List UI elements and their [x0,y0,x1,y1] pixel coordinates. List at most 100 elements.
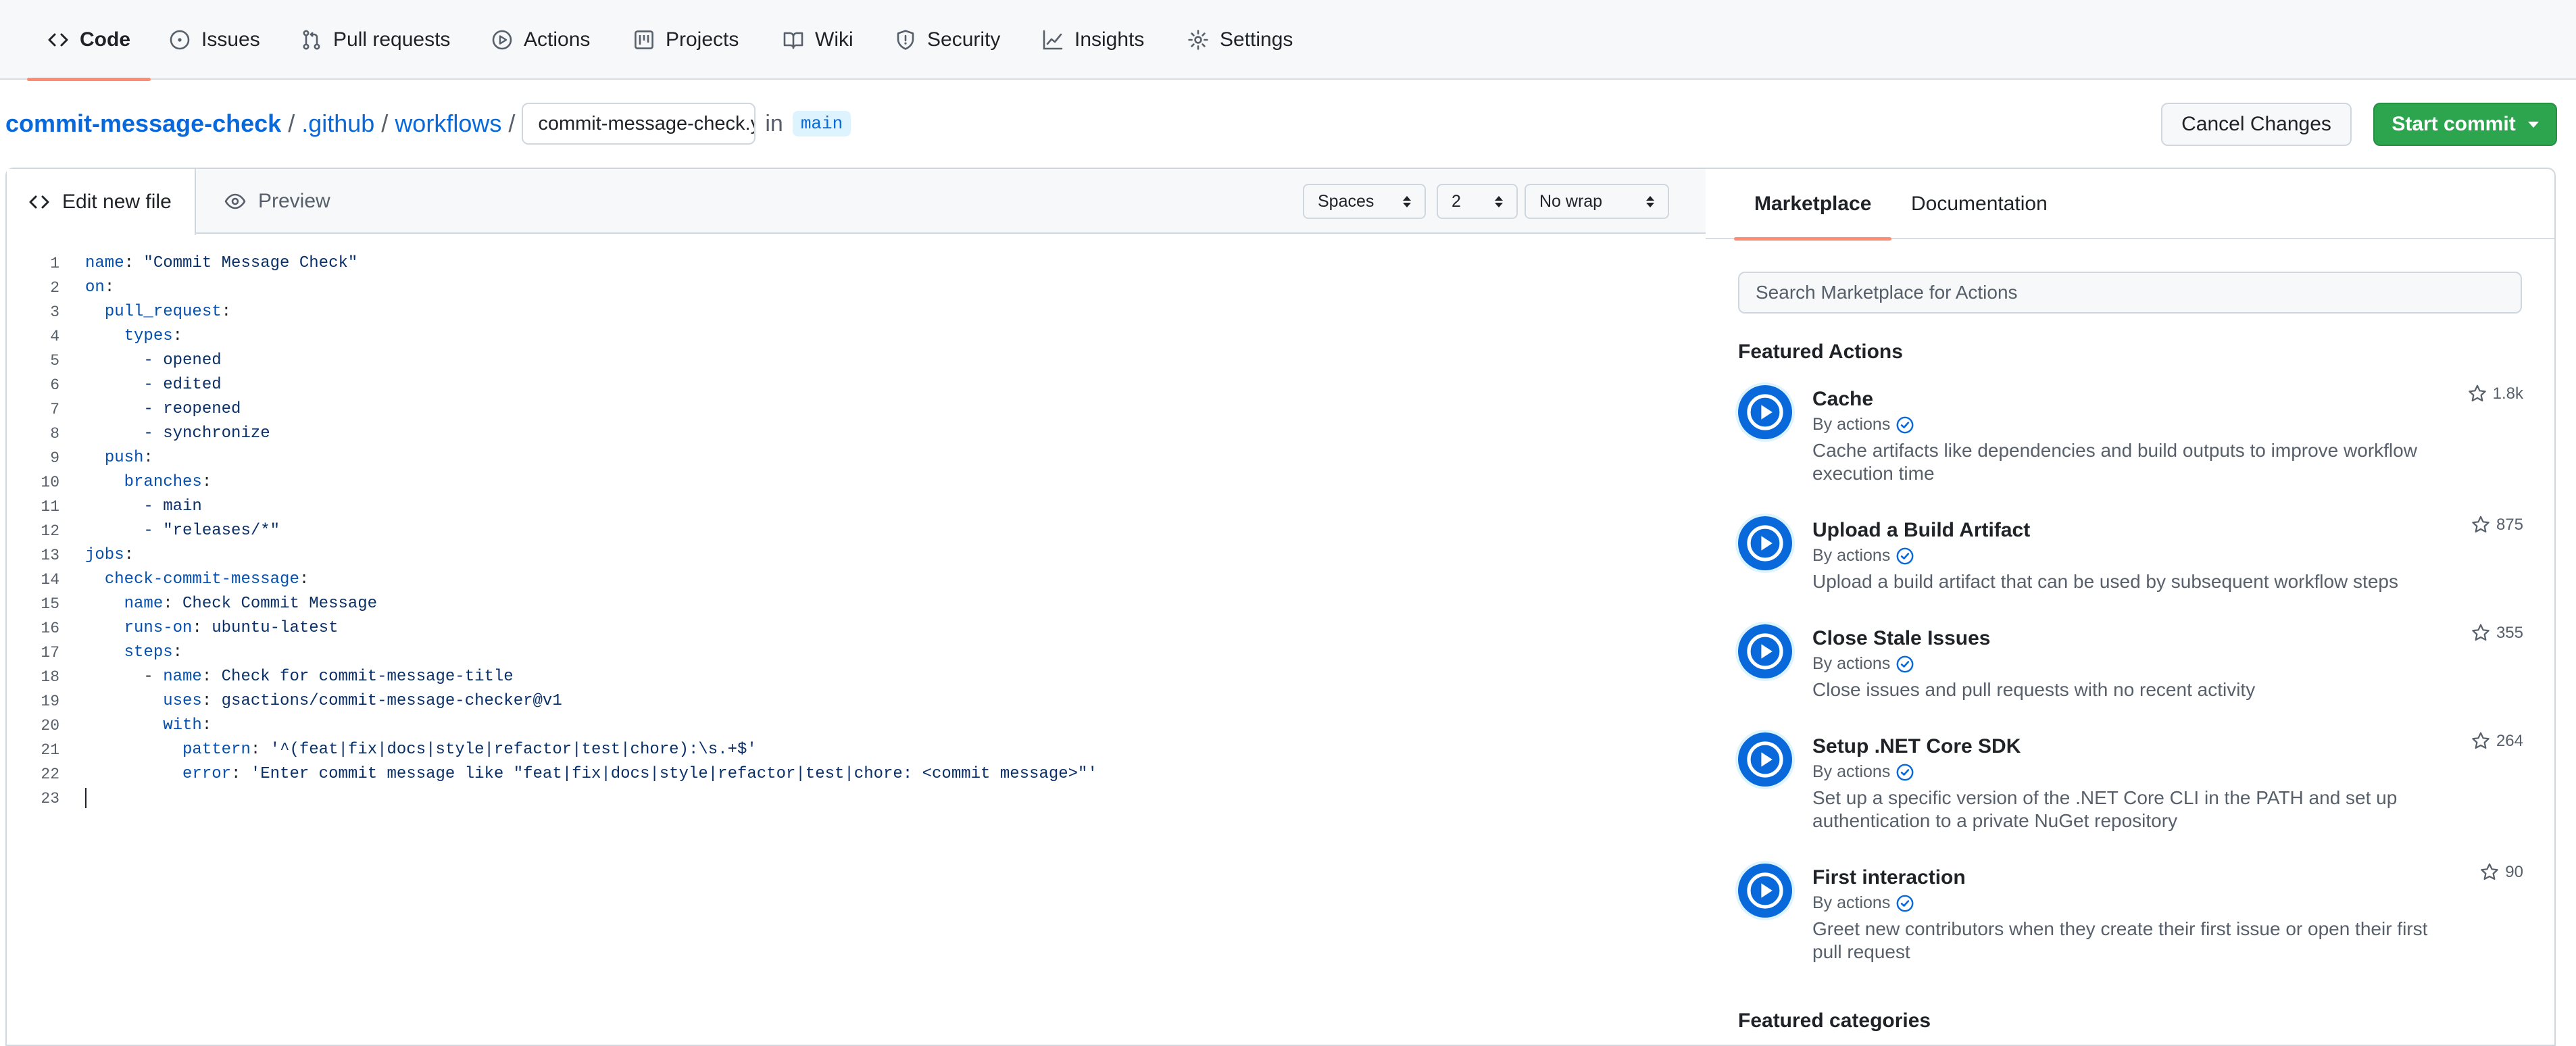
action-author: By actions [1812,546,1914,566]
tab-pull-requests[interactable]: Pull requests [280,0,470,80]
tab-label: Documentation [1911,193,2048,215]
yaml-separator: : [163,595,183,613]
tab-settings[interactable]: Settings [1167,0,1313,80]
code-line: 19 uses: gsactions/commit-message-checke… [7,689,1706,714]
button-label: Start commit [2392,113,2516,135]
line-text: - "releases/*" [85,519,280,543]
tab-marketplace[interactable]: Marketplace [1734,169,1892,241]
tab-edit-file[interactable]: Edit new file [7,169,196,235]
repo-link[interactable]: commit-message-check [5,109,281,138]
line-number: 7 [50,401,59,418]
yaml-value: gsactions/commit-message-checker@v1 [221,692,562,710]
select-arrows-icon [1403,195,1411,207]
tab-insights[interactable]: Insights [1022,0,1164,80]
path-separator: / [508,109,516,137]
line-text: uses: gsactions/commit-message-checker@v… [85,689,562,714]
author-label: By actions [1812,762,1891,781]
line-text: runs-on: ubuntu-latest [85,616,339,641]
code-line: 11 - main [7,495,1706,519]
tab-label: Insights [1074,28,1145,51]
line-text: - name: Check for commit-message-title [85,665,513,689]
yaml-key: name [163,668,202,686]
star-count: 1.8k [2492,384,2523,403]
action-title[interactable]: Cache [1812,388,1873,411]
tab-label: Actions [524,28,591,51]
action-stars: 355 [2471,623,2523,643]
yaml-value: Check Commit Message [182,595,378,613]
action-author: By actions [1812,893,1914,913]
indent-size-select[interactable]: 2 [1437,184,1518,219]
code-line: 9 push: [7,446,1706,470]
action-title[interactable]: Close Stale Issues [1812,627,1990,650]
action-title[interactable]: Setup .NET Core SDK [1812,735,2021,758]
yaml-value: ubuntu-latest [212,619,339,637]
line-text: check-commit-message: [85,568,309,592]
tab-security[interactable]: Security [874,0,1020,80]
tab-documentation[interactable]: Documentation [1891,169,2068,239]
line-number: 10 [41,474,59,491]
yaml-key: name [124,595,164,613]
tab-label: Issues [201,28,260,51]
tab-label: Projects [666,28,739,51]
line-text: steps: [85,641,182,665]
wrap-mode-select[interactable]: No wrap [1525,184,1669,219]
yaml-key: steps [124,643,173,662]
line-text: jobs: [85,543,134,568]
yaml-separator: : [231,765,251,783]
code-line: 14 check-commit-message: [7,568,1706,592]
action-stars: 1.8k [2467,384,2523,404]
filename-input[interactable]: commit-message-check.yml [522,103,756,145]
code-line: 20 with: [7,714,1706,738]
tab-label: Settings [1220,28,1293,51]
star-count: 875 [2496,516,2523,534]
tab-code[interactable]: Code [27,0,151,81]
line-number: 15 [41,595,59,613]
code-line: 8 - synchronize [7,422,1706,446]
action-title[interactable]: Upload a Build Artifact [1812,519,2030,542]
yaml-value: 'Enter commit message like "feat|fix|doc… [250,765,1097,783]
star-count: 355 [2496,624,2523,642]
tab-projects[interactable]: Projects [613,0,759,80]
star-icon [2471,623,2491,643]
action-author: By actions [1812,415,1914,434]
line-number: 4 [50,328,59,345]
tab-actions[interactable]: Actions [471,0,610,80]
yaml-key: check-commit-message [104,570,299,589]
code-area[interactable]: 1 name: "Commit Message Check" 2 on: 3 pull_… [7,251,1706,811]
verified-icon [1896,894,1914,913]
yaml-key: jobs [85,546,124,564]
line-number: 18 [41,668,59,686]
action-stars: 90 [2479,862,2523,882]
editor-toolbar: Edit new file Preview Spaces 2 No wrap [7,169,1706,235]
star-icon [2471,515,2491,535]
yaml-separator: : [172,643,183,662]
start-commit-button[interactable]: Start commit [2373,103,2557,146]
marketplace-search-input[interactable] [1738,272,2522,314]
line-text: - reopened [85,397,241,422]
action-title[interactable]: First interaction [1812,866,1966,889]
tab-wiki[interactable]: Wiki [762,0,874,80]
line-text: name: Check Commit Message [85,592,377,616]
line-text: pull_request: [85,300,231,324]
button-label: Cancel Changes [2181,113,2331,135]
workflows-dir-link[interactable]: workflows [395,109,501,138]
cancel-changes-button[interactable]: Cancel Changes [2161,103,2352,146]
github-dir-link[interactable]: .github [301,109,374,138]
code-line: 4 types: [7,324,1706,349]
indent-mode-select[interactable]: Spaces [1303,184,1426,219]
line-number: 8 [50,425,59,443]
tab-preview[interactable]: Preview [203,169,352,234]
tab-issues[interactable]: Issues [149,0,280,80]
line-number: 19 [41,693,59,710]
line-text: - synchronize [85,422,270,446]
line-text: - main [85,495,201,519]
verified-icon [1896,763,1914,782]
